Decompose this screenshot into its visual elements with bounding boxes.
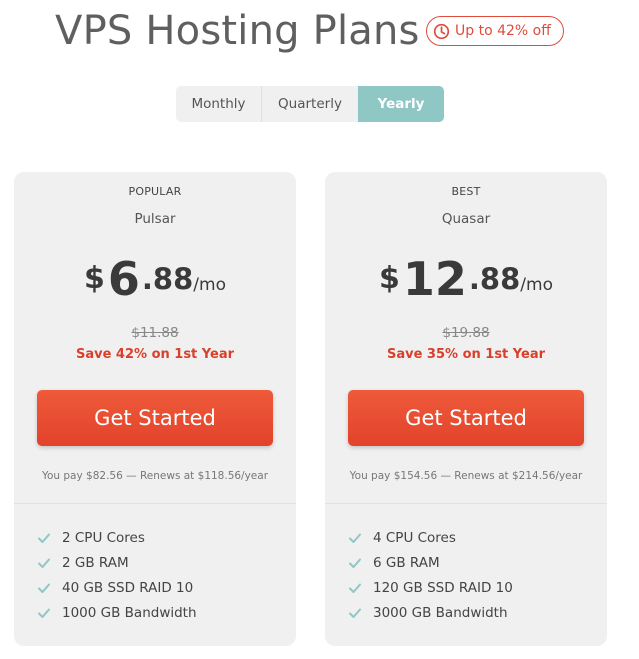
plan-card-quasar: BEST Quasar $ 12 .88 /mo $19.88 Save 35%… xyxy=(325,172,607,646)
card-divider xyxy=(325,503,607,504)
get-started-button[interactable]: Get Started xyxy=(37,390,273,446)
feature-item: 2 GB RAM xyxy=(37,550,197,575)
plan-tag: POPULAR xyxy=(128,185,182,198)
check-icon xyxy=(38,558,50,568)
price-dollars: 6 xyxy=(107,252,140,306)
feature-item: 1000 GB Bandwidth xyxy=(37,600,197,625)
feature-list: 2 CPU Cores 2 GB RAM 40 GB SSD RAID 10 1… xyxy=(37,525,197,625)
card-divider xyxy=(14,503,296,504)
price-cents: .88 xyxy=(141,262,194,296)
feature-item: 2 CPU Cores xyxy=(37,525,197,550)
price-cents: .88 xyxy=(468,262,521,296)
price-period: /mo xyxy=(193,275,226,295)
price-currency: $ xyxy=(379,261,400,296)
check-icon xyxy=(349,583,361,593)
feature-label: 120 GB SSD RAID 10 xyxy=(373,579,513,596)
discount-badge: Up to 42% off xyxy=(426,16,564,46)
feature-label: 4 CPU Cores xyxy=(373,529,456,546)
feature-item: 4 CPU Cores xyxy=(348,525,513,550)
plan-price: $ 6 .88 /mo xyxy=(14,254,296,304)
check-icon xyxy=(349,533,361,543)
renewal-text: You pay $154.56 — Renews at $214.56/year xyxy=(349,470,583,482)
page-header: VPS Hosting Plans Up to 42% off xyxy=(0,0,639,70)
plan-tag: BEST xyxy=(451,185,481,198)
feature-item: 40 GB SSD RAID 10 xyxy=(37,575,197,600)
feature-label: 2 CPU Cores xyxy=(62,529,145,546)
price-period: /mo xyxy=(520,275,553,295)
plan-name: Quasar xyxy=(441,211,491,227)
clock-icon xyxy=(433,23,450,40)
check-icon xyxy=(38,583,50,593)
price-dollars: 12 xyxy=(402,252,467,306)
feature-list: 4 CPU Cores 6 GB RAM 120 GB SSD RAID 10 … xyxy=(348,525,513,625)
old-price: $19.88 xyxy=(442,325,490,341)
price-currency: $ xyxy=(84,261,105,296)
check-icon xyxy=(349,608,361,618)
feature-item: 120 GB SSD RAID 10 xyxy=(348,575,513,600)
plan-card-pulsar: POPULAR Pulsar $ 6 .88 /mo $11.88 Save 4… xyxy=(14,172,296,646)
check-icon xyxy=(38,608,50,618)
save-text: Save 42% on 1st Year xyxy=(75,347,235,362)
check-icon xyxy=(349,558,361,568)
toggle-quarterly[interactable]: Quarterly xyxy=(262,86,358,122)
feature-item: 3000 GB Bandwidth xyxy=(348,600,513,625)
plan-price: $ 12 .88 /mo xyxy=(325,254,607,304)
save-text: Save 35% on 1st Year xyxy=(386,347,546,362)
get-started-button[interactable]: Get Started xyxy=(348,390,584,446)
feature-label: 6 GB RAM xyxy=(373,554,440,571)
billing-period-toggle: Monthly Quarterly Yearly xyxy=(176,86,444,122)
feature-label: 1000 GB Bandwidth xyxy=(62,604,197,621)
feature-item: 6 GB RAM xyxy=(348,550,513,575)
check-icon xyxy=(38,533,50,543)
feature-label: 3000 GB Bandwidth xyxy=(373,604,508,621)
toggle-yearly[interactable]: Yearly xyxy=(358,86,444,122)
old-price: $11.88 xyxy=(131,325,179,341)
toggle-monthly[interactable]: Monthly xyxy=(176,86,262,122)
page-title: VPS Hosting Plans xyxy=(55,8,420,54)
feature-label: 2 GB RAM xyxy=(62,554,129,571)
feature-label: 40 GB SSD RAID 10 xyxy=(62,579,194,596)
discount-badge-label: Up to 42% off xyxy=(455,23,551,39)
renewal-text: You pay $82.56 — Renews at $118.56/year xyxy=(41,470,269,482)
plan-name: Pulsar xyxy=(134,211,176,227)
